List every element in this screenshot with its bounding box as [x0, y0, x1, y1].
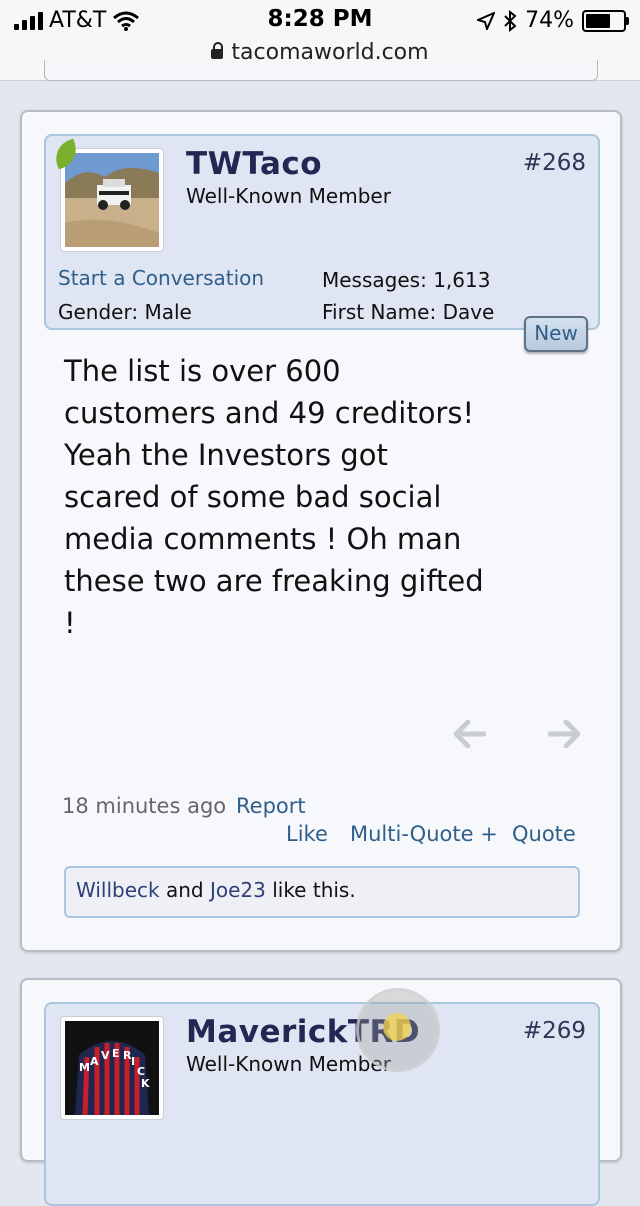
liker-link[interactable]: Joe23 [210, 878, 266, 902]
avatar-letter: V [101, 1049, 110, 1062]
post-card: M A V E R I C K MaverickTRD Well-Known M… [20, 978, 622, 1206]
post-number[interactable]: #269 [523, 1018, 586, 1044]
avatar-image: M A V E R I C K [65, 1021, 159, 1115]
battery-icon [582, 9, 629, 32]
lock-icon [211, 42, 224, 59]
likes-summary: Willbeck and Joe23 like this. [64, 866, 580, 918]
user-info-box: TWTaco Well-Known Member #268 Start a Co… [44, 134, 600, 330]
gender-value: Male [144, 300, 192, 324]
messages-stat: Messages: 1,613 [322, 268, 490, 292]
post-timestamp[interactable]: 18 minutes ago [62, 794, 226, 818]
avatar-image [65, 153, 159, 247]
liker-link[interactable]: Willbeck [76, 878, 160, 902]
post-message: The list is over 600 customers and 49 cr… [64, 350, 524, 644]
avatar-letter: M [79, 1061, 90, 1074]
avatar-letter: E [112, 1047, 120, 1060]
avatar[interactable] [60, 148, 164, 252]
first-name-stat: First Name: Dave [322, 300, 494, 324]
message-line: Yeah the Investors got [64, 438, 388, 472]
user-info-box: M A V E R I C K MaverickTRD Well-Known M… [44, 1002, 600, 1206]
floating-scroll-button[interactable] [356, 988, 440, 1072]
like-link[interactable]: Like [286, 822, 328, 846]
arrow-left-icon[interactable] [454, 720, 486, 748]
battery-percent: 74% [525, 8, 574, 33]
avatar-letter: K [141, 1077, 150, 1090]
start-conversation-link[interactable]: Start a Conversation [58, 266, 264, 290]
first-name-label: First Name: [322, 300, 437, 324]
gender-label: Gender: [58, 300, 139, 324]
messages-label: Messages: [322, 268, 427, 292]
report-link[interactable]: Report [236, 794, 306, 818]
message-line: scared of some bad social [64, 480, 442, 514]
floating-button-icon [383, 1013, 411, 1041]
likes-text: Willbeck and Joe23 like this. [76, 878, 356, 902]
arrow-right-icon[interactable] [548, 720, 580, 748]
battery-level [586, 13, 610, 28]
avatar[interactable]: M A V E R I C K [60, 1016, 164, 1120]
bluetooth-icon [504, 9, 517, 32]
first-name-value: Dave [442, 300, 495, 324]
likes-and: and [165, 878, 204, 902]
message-line: media comments ! Oh man [64, 522, 462, 556]
user-title: Well-Known Member [186, 184, 391, 208]
user-title: Well-Known Member [186, 1052, 391, 1076]
avatar-letter: I [131, 1055, 135, 1068]
previous-post-edge [44, 60, 598, 81]
post-number[interactable]: #268 [523, 150, 586, 176]
status-right: 74% [477, 8, 629, 33]
multi-quote-link[interactable]: Multi-Quote + [350, 822, 498, 846]
gender-stat: Gender: Male [58, 300, 192, 324]
messages-value: 1,613 [433, 268, 491, 292]
likes-suffix: like this. [272, 878, 356, 902]
message-line: The list is over 600 [64, 354, 341, 388]
quote-link[interactable]: Quote [512, 822, 576, 846]
message-line: ! [64, 606, 76, 640]
message-line: customers and 49 creditors! [64, 396, 475, 430]
username[interactable]: TWTaco [186, 146, 322, 182]
location-arrow-icon [477, 11, 496, 30]
avatar-letter: A [90, 1055, 99, 1068]
message-line: these two are freaking gifted [64, 564, 484, 598]
post-card: TWTaco Well-Known Member #268 Start a Co… [20, 110, 622, 952]
new-badge: New [524, 316, 588, 352]
